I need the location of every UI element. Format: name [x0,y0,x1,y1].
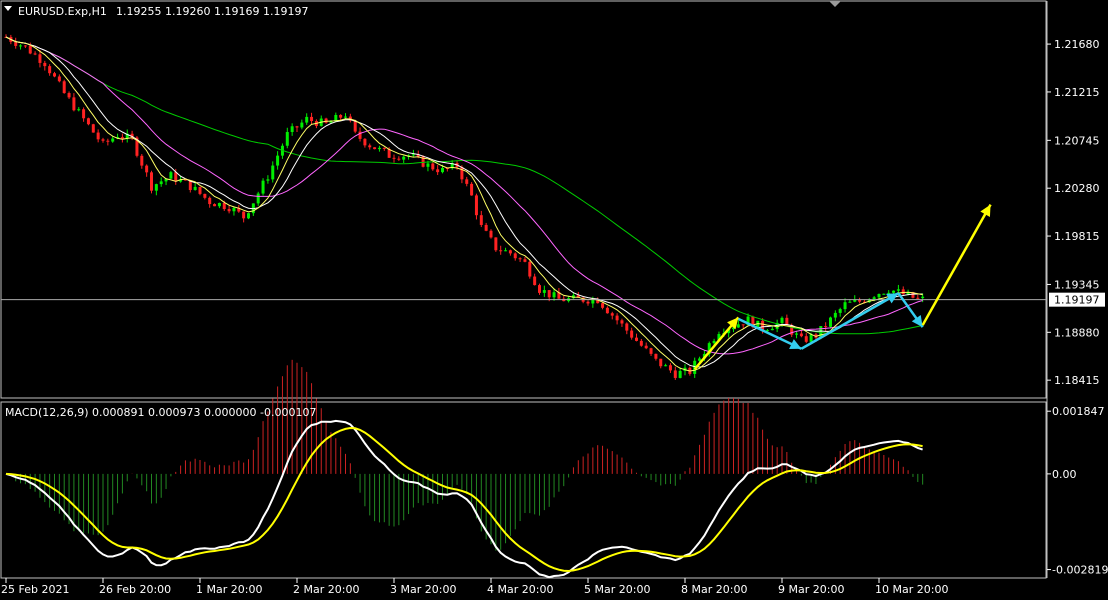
price-tick-label: 1.21215 [1054,86,1100,99]
current-price-tag: 1.19197 [1049,292,1105,307]
price-tick-label: 1.20745 [1054,134,1100,147]
candle [494,237,498,252]
candle [62,79,66,94]
time-tick-label: 1 Mar 20:00 [196,583,262,596]
price-tick-label: 1.18880 [1054,326,1100,339]
macd-tick-label: 0.00 [1052,468,1077,481]
time-tick-label: 5 Mar 20:00 [584,583,650,596]
macd-label: MACD(12,26,9) 0.000891 0.000973 0.000000… [5,406,316,419]
symbol-label: EURUSD.Exp,H1 [18,5,107,18]
time-tick-label: 26 Feb 20:00 [99,583,171,596]
time-tick-label: 25 Feb 2021 [1,583,69,596]
candle [373,147,377,150]
time-tick-label: 3 Mar 20:00 [390,583,456,596]
macd-tick-label: -0.002819 [1052,564,1108,577]
candle [247,212,250,220]
candle [150,170,153,194]
price-tick-label: 1.18415 [1054,374,1100,387]
time-tick-label: 4 Mar 20:00 [487,583,553,596]
ohlc-values: 1.19255 1.19260 1.19169 1.19197 [116,5,308,18]
candle [470,182,474,196]
price-tick-label: 1.19345 [1054,278,1100,291]
time-tick-label: 9 Mar 20:00 [778,583,844,596]
macd-tick-label: 0.001847 [1052,405,1105,418]
candle [86,117,90,126]
candle [261,178,265,196]
price-tick-label: 1.20280 [1054,182,1100,195]
candle [829,316,832,329]
time-tick-label: 10 Mar 20:00 [875,583,948,596]
time-tick-label: 8 Mar 20:00 [681,583,747,596]
time-tick-label: 2 Mar 20:00 [293,583,359,596]
price-tick-label: 1.19815 [1054,230,1100,243]
candle [91,123,95,133]
candle [421,155,425,168]
candle [528,259,532,279]
svg-text:1.19197: 1.19197 [1054,294,1100,307]
price-tick-label: 1.21680 [1054,38,1100,51]
forex-chart: 1.21680 1.21215 1.20745 1.20280 1.19815 1.193… [0,0,1108,600]
